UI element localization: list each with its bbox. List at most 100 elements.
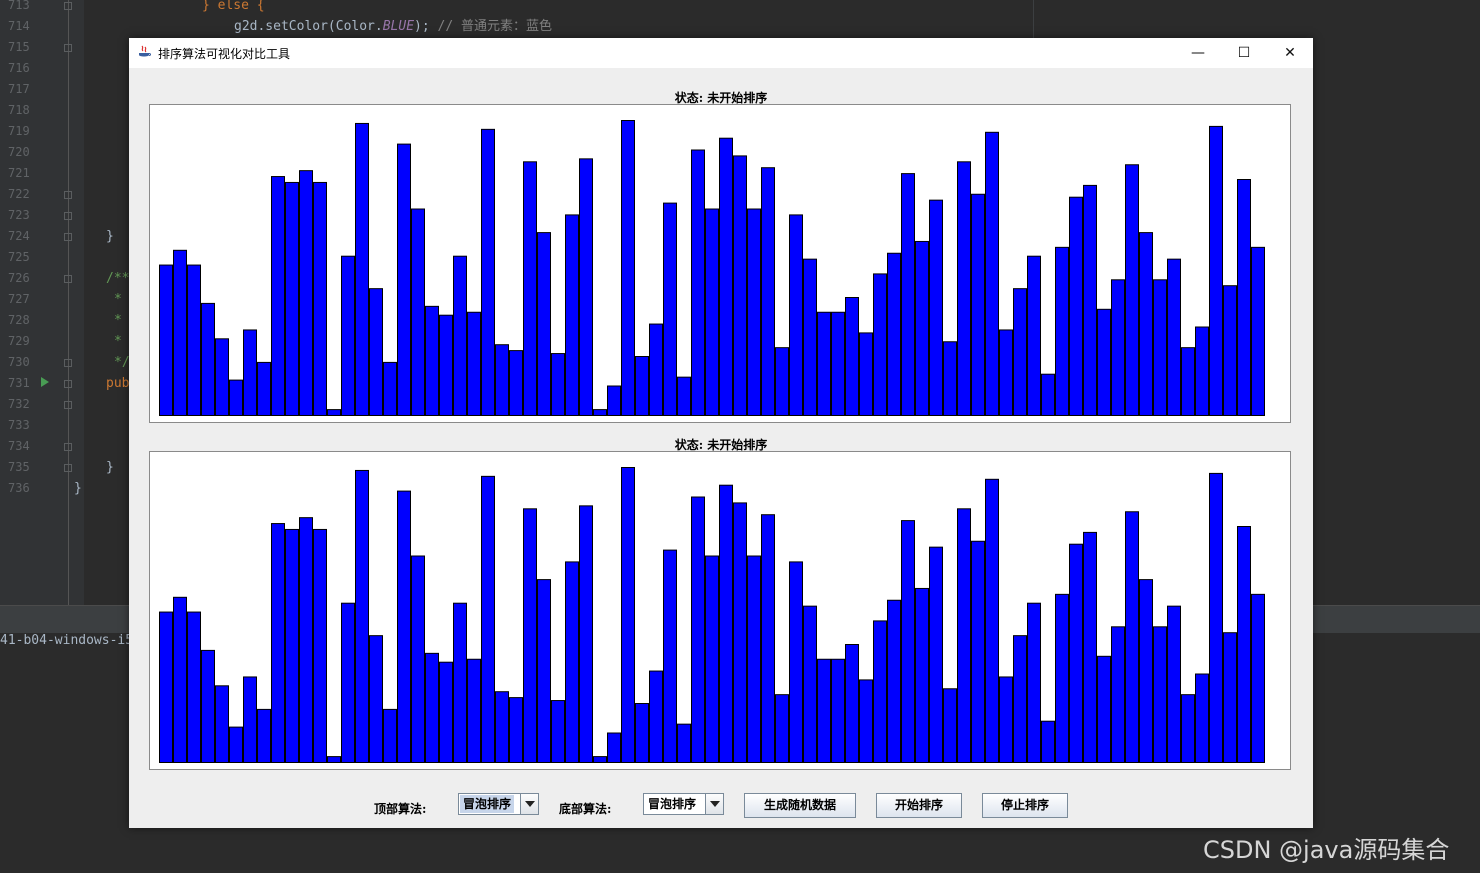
top-bar-39 bbox=[705, 208, 719, 416]
bottom-bar-58 bbox=[971, 540, 985, 763]
generate-random-data-button[interactable]: 生成随机数据 bbox=[744, 793, 856, 818]
top-bar-15 bbox=[369, 288, 383, 416]
bottom-bar-28 bbox=[551, 700, 565, 764]
code-line-setcolor: g2d.setColor(Color.BLUE); // 普通元素：蓝色 bbox=[234, 16, 552, 37]
top-bar-24 bbox=[495, 344, 509, 416]
line-number: 716 bbox=[8, 61, 30, 75]
fold-marker-icon[interactable] bbox=[64, 380, 72, 388]
top-bar-12 bbox=[327, 409, 341, 417]
bottom-bar-34 bbox=[635, 703, 649, 763]
top-bar-22 bbox=[467, 311, 481, 416]
start-sort-button[interactable]: 开始排序 bbox=[876, 793, 962, 818]
bottom-bar-41 bbox=[733, 502, 747, 764]
fold-marker-icon[interactable] bbox=[64, 191, 72, 199]
bottom-bar-53 bbox=[901, 520, 915, 763]
bottom-bar-54 bbox=[915, 587, 929, 763]
top-bar-70 bbox=[1139, 232, 1153, 416]
top-bar-8 bbox=[271, 176, 285, 416]
top-bar-55 bbox=[929, 199, 943, 417]
line-number: 733 bbox=[8, 418, 30, 432]
bottom-bar-16 bbox=[383, 708, 397, 763]
top-bar-67 bbox=[1097, 308, 1111, 416]
top-bar-76 bbox=[1223, 285, 1237, 416]
bottom-bar-67 bbox=[1097, 655, 1111, 763]
top-bar-23 bbox=[481, 128, 495, 416]
minimize-button[interactable]: — bbox=[1175, 38, 1221, 68]
bottom-bar-42 bbox=[747, 555, 761, 763]
top-bar-31 bbox=[593, 409, 607, 417]
bottom-bar-72 bbox=[1167, 605, 1181, 763]
fold-marker-icon[interactable] bbox=[64, 401, 72, 409]
top-algorithm-select[interactable]: 冒泡排序 bbox=[458, 793, 539, 815]
code-line-brace-724: } bbox=[106, 229, 114, 244]
fold-marker-icon[interactable] bbox=[64, 359, 72, 367]
bottom-algorithm-label: 底部算法: bbox=[559, 802, 612, 816]
bottom-bar-74 bbox=[1195, 673, 1209, 763]
top-bar-72 bbox=[1167, 258, 1181, 416]
top-bar-58 bbox=[971, 193, 985, 416]
stop-sort-button[interactable]: 停止排序 bbox=[982, 793, 1068, 818]
bottom-bar-37 bbox=[677, 723, 691, 763]
chevron-down-icon[interactable] bbox=[520, 794, 538, 814]
top-bar-6 bbox=[243, 329, 257, 416]
bottom-bar-10 bbox=[299, 517, 313, 764]
top-bar-9 bbox=[285, 181, 299, 416]
top-bar-77 bbox=[1237, 179, 1251, 416]
bottom-bar-35 bbox=[649, 670, 663, 763]
fold-marker-icon[interactable] bbox=[64, 212, 72, 220]
bottom-bar-62 bbox=[1027, 602, 1041, 763]
bottom-bar-4 bbox=[215, 685, 229, 763]
bottom-bar-46 bbox=[803, 605, 817, 763]
fold-marker-icon[interactable] bbox=[64, 464, 72, 472]
bottom-bar-39 bbox=[705, 555, 719, 763]
close-button[interactable]: ✕ bbox=[1267, 38, 1313, 68]
code-line-else: } else { bbox=[202, 0, 265, 13]
bottom-bar-22 bbox=[467, 658, 481, 763]
bottom-bar-15 bbox=[369, 635, 383, 763]
editor-right-margin bbox=[1033, 0, 1034, 38]
top-bar-51 bbox=[873, 273, 887, 416]
top-bar-68 bbox=[1111, 279, 1125, 416]
bottom-bar-55 bbox=[929, 546, 943, 764]
fold-marker-icon[interactable] bbox=[64, 44, 72, 52]
top-bar-71 bbox=[1153, 279, 1167, 416]
maximize-button[interactable]: ☐ bbox=[1221, 38, 1267, 68]
bottom-bar-2 bbox=[187, 611, 201, 763]
bottom-bar-51 bbox=[873, 620, 887, 763]
top-bar-41 bbox=[733, 155, 747, 417]
run-gutter-icon[interactable] bbox=[41, 377, 49, 387]
code-line-javadoc-star-1: * bbox=[114, 292, 122, 307]
bottom-bar-0 bbox=[159, 611, 173, 763]
fold-marker-icon[interactable] bbox=[64, 443, 72, 451]
fold-marker-icon[interactable] bbox=[64, 2, 72, 10]
top-bar-53 bbox=[901, 173, 915, 416]
line-number: 715 bbox=[8, 40, 30, 54]
top-bar-46 bbox=[803, 258, 817, 416]
bottom-bar-43 bbox=[761, 514, 775, 764]
line-number: 735 bbox=[8, 460, 30, 474]
window-titlebar[interactable]: 排序算法可视化对比工具 — ☐ ✕ bbox=[129, 38, 1313, 68]
bottom-bar-9 bbox=[285, 528, 299, 763]
code-setcolor-prefix: g2d.setColor(Color. bbox=[234, 19, 383, 34]
bottom-bar-12 bbox=[327, 756, 341, 764]
bottom-bar-38 bbox=[691, 496, 705, 763]
bottom-bar-45 bbox=[789, 561, 803, 764]
top-bar-42 bbox=[747, 208, 761, 416]
csdn-watermark: CSDN @java源码集合 bbox=[1203, 836, 1450, 864]
top-bar-61 bbox=[1013, 288, 1027, 416]
fold-marker-icon[interactable] bbox=[64, 275, 72, 283]
top-bar-69 bbox=[1125, 164, 1139, 416]
bottom-bar-70 bbox=[1139, 579, 1153, 763]
bottom-bar-76 bbox=[1223, 632, 1237, 763]
top-bar-21 bbox=[453, 255, 467, 416]
line-number: 717 bbox=[8, 82, 30, 96]
bottom-bar-21 bbox=[453, 602, 467, 763]
bottom-bar-23 bbox=[481, 475, 495, 763]
top-bar-11 bbox=[313, 181, 327, 416]
chevron-down-icon[interactable] bbox=[705, 794, 723, 814]
fold-marker-icon[interactable] bbox=[64, 233, 72, 241]
top-bar-18 bbox=[411, 208, 425, 416]
top-bar-43 bbox=[761, 167, 775, 417]
bottom-bar-8 bbox=[271, 523, 285, 763]
bottom-algorithm-select[interactable]: 冒泡排序 bbox=[643, 793, 724, 815]
